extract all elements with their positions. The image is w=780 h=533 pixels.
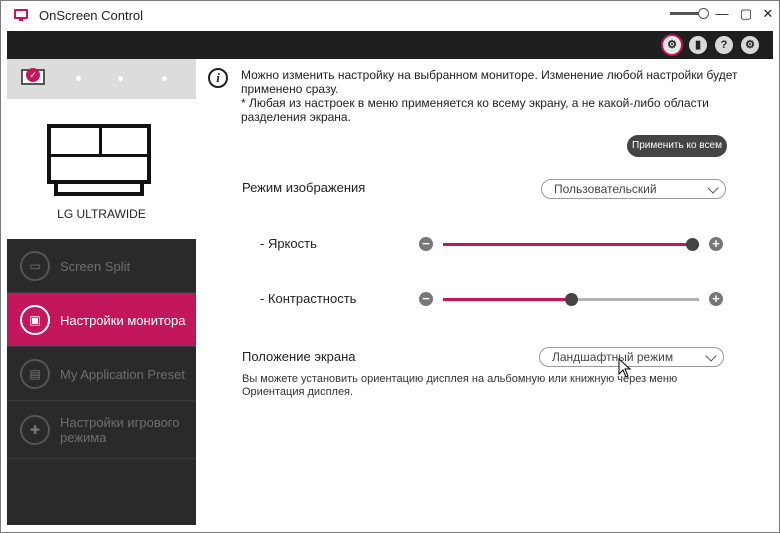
- chevron-down-icon: [705, 350, 717, 362]
- title-bar: OnScreen Control — ▢ ✕: [1, 1, 779, 31]
- selected-check-icon: ✓: [26, 68, 40, 82]
- brightness-fill: [443, 243, 699, 246]
- monitor-preview: LG ULTRAWIDE: [7, 99, 196, 239]
- close-button[interactable]: ✕: [757, 5, 779, 23]
- sidebar-item-screen-split[interactable]: ▭ Screen Split: [7, 239, 196, 293]
- brightness-label: - Яркость: [260, 236, 317, 251]
- minimize-button[interactable]: —: [711, 5, 733, 23]
- opacity-slider-knob[interactable]: [698, 8, 709, 19]
- brightness-knob[interactable]: [686, 238, 699, 251]
- gamepad-icon: ✚: [20, 415, 50, 445]
- contrast-knob[interactable]: [564, 293, 578, 306]
- picture-mode-label: Режим изображения: [242, 180, 366, 195]
- sidebar-item-label: Настройки монитора: [60, 312, 186, 328]
- display-sync-icon[interactable]: ⚙: [663, 36, 681, 54]
- sidebar-item-game-mode[interactable]: ✚ Настройки игрового режима: [7, 401, 196, 459]
- sidebar-item-label: My Application Preset: [60, 366, 186, 382]
- maximize-button[interactable]: ▢: [735, 5, 757, 23]
- sidebar-item-label: Настройки игрового режима: [60, 415, 180, 445]
- monitor-layout-icon: [47, 124, 151, 184]
- picture-mode-value: Пользовательский: [554, 182, 657, 196]
- contrast-label: - Контрастность: [260, 291, 357, 306]
- sidebar-item-app-preset[interactable]: ▤ My Application Preset: [7, 347, 196, 401]
- help-icon[interactable]: ?: [715, 36, 733, 54]
- app-logo-icon: [14, 9, 28, 21]
- mouse-cursor-icon: [618, 358, 632, 378]
- orientation-value: Ландшафтный режим: [552, 350, 674, 364]
- orientation-label: Положение экрана: [242, 349, 356, 364]
- monitor-name: LG ULTRAWIDE: [57, 207, 146, 221]
- monitor-selector[interactable]: ✓: [7, 59, 196, 99]
- apply-to-all-button[interactable]: Применить ко всем: [627, 135, 727, 157]
- top-toolbar: ⚙ ▮ ? ⚙: [7, 31, 773, 59]
- sidebar: ✓ LG ULTRAWIDE ▭ Screen Split ▣ Настройк…: [7, 59, 196, 525]
- sidebar-item-label: Screen Split: [60, 258, 131, 274]
- brightness-slider[interactable]: [443, 243, 699, 246]
- contrast-fill: [443, 298, 571, 301]
- brightness-minus-button[interactable]: −: [419, 237, 433, 251]
- battery-icon[interactable]: ▮: [689, 36, 707, 54]
- window-title: OnScreen Control: [39, 8, 144, 23]
- screen-split-icon: ▭: [20, 251, 50, 281]
- app-window: OnScreen Control — ▢ ✕ ⚙ ▮ ? ⚙ ✓ LG ULTR…: [0, 0, 780, 533]
- contrast-minus-button[interactable]: −: [419, 292, 433, 306]
- info-line-1: Можно изменить настройку на выбранном мо…: [241, 68, 738, 96]
- app-preset-icon: ▤: [20, 359, 50, 389]
- brightness-plus-button[interactable]: +: [709, 237, 723, 251]
- settings-icon[interactable]: ⚙: [741, 36, 759, 54]
- monitor-settings-panel: i Можно изменить настройку на выбранном …: [196, 59, 773, 525]
- contrast-plus-button[interactable]: +: [709, 292, 723, 306]
- monitor-stand: [54, 184, 144, 196]
- monitor-slot-dot[interactable]: [76, 76, 81, 81]
- sidebar-item-monitor-settings[interactable]: ▣ Настройки монитора: [7, 293, 196, 347]
- monitor-slot-dot[interactable]: [118, 76, 123, 81]
- orientation-description: Вы можете установить ориентацию дисплея …: [242, 373, 678, 398]
- monitor-slot-dot[interactable]: [162, 76, 167, 81]
- info-text: Можно изменить настройку на выбранном мо…: [241, 68, 766, 124]
- info-line-2: * Любая из настроек в меню применяется к…: [241, 96, 709, 124]
- info-icon: i: [208, 68, 228, 88]
- monitor-settings-icon: ▣: [20, 305, 50, 335]
- picture-mode-dropdown[interactable]: Пользовательский: [541, 179, 726, 199]
- chevron-down-icon: [707, 182, 719, 194]
